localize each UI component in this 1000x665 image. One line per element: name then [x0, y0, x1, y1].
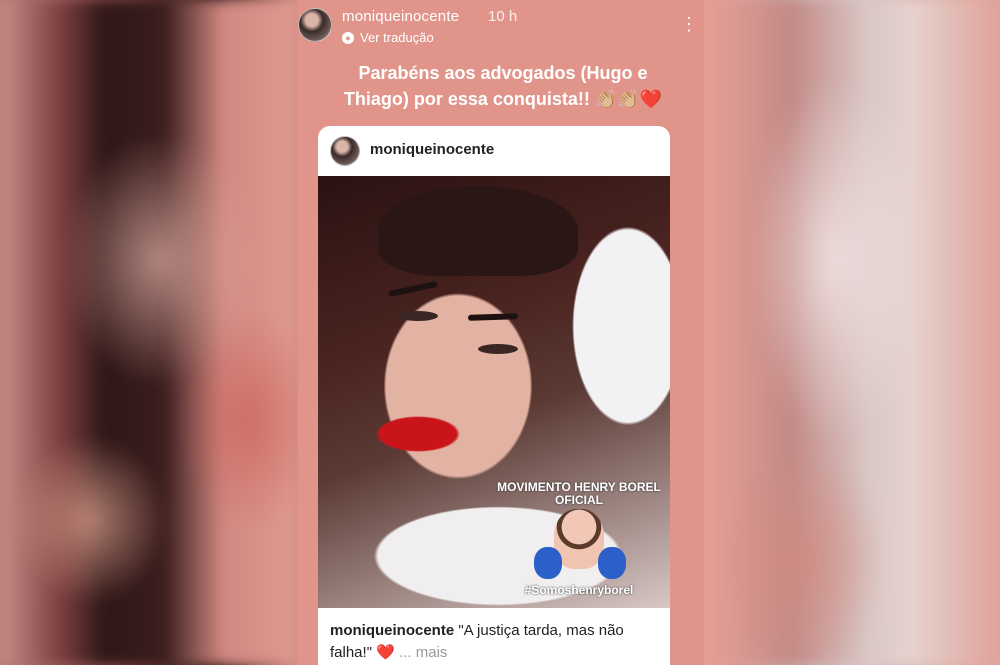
story-time: 10 h [488, 8, 518, 25]
movement-sticker: MOVIMENTO HENRY BOREL OFICIAL #Somoshenr… [494, 481, 664, 603]
blue-hand-left [534, 547, 562, 579]
post-username[interactable]: moniqueinocente [370, 141, 494, 158]
photo-brow-right [467, 313, 519, 321]
translate-icon: ● [342, 31, 354, 44]
translate-link[interactable]: ● Ver tradução [342, 30, 434, 45]
post-avatar[interactable] [330, 136, 360, 166]
more-options-icon[interactable]: ⋮ [680, 14, 698, 34]
sticker-title: MOVIMENTO HENRY BOREL OFICIAL [494, 481, 664, 507]
photo-hair [378, 186, 578, 276]
caption-line-2: Thiago) por essa conquista!! [343, 89, 590, 109]
photo-brow-left [387, 280, 439, 298]
photo-eye-right [478, 344, 518, 354]
shared-post-card[interactable]: moniqueinocente MOVIMENTO HENRY BOREL OF… [318, 126, 670, 665]
sticker-hashtag: #Somoshenryborel [524, 583, 634, 597]
blurred-background-left [0, 0, 298, 665]
caption-line-2-wrap: Thiago) por essa conquista!! 👏🏼👏🏼❤️ [318, 86, 688, 112]
blurred-background-right [704, 0, 1000, 665]
caption-line-1: Parabéns aos advogados (Hugo e [358, 63, 648, 83]
footer-username[interactable]: moniqueinocente [330, 622, 454, 639]
sticker-title-line-2: OFICIAL [555, 493, 603, 507]
story-header: moniqueinocente 10 h ● Ver tradução ⋮ [298, 0, 704, 52]
heart-emoji: ❤️ [376, 644, 395, 661]
more-link[interactable]: ... mais [399, 644, 447, 661]
post-caption: moniqueinocente "A justiça tarda, mas nã… [330, 620, 660, 664]
avatar[interactable] [298, 8, 332, 42]
story-username[interactable]: moniqueinocente [342, 8, 459, 25]
blue-hand-right [598, 547, 626, 579]
story-panel: moniqueinocente 10 h ● Ver tradução ⋮ Pa… [298, 0, 704, 665]
story-caption: Parabéns aos advogados (Hugo e Thiago) p… [318, 60, 688, 112]
post-photo[interactable]: MOVIMENTO HENRY BOREL OFICIAL #Somoshenr… [318, 176, 670, 608]
clap-heart-emojis: 👏🏼👏🏼❤️ [594, 89, 663, 109]
translate-label: Ver tradução [360, 30, 434, 45]
photo-eye-left [398, 311, 438, 321]
post-header: moniqueinocente [318, 126, 670, 176]
